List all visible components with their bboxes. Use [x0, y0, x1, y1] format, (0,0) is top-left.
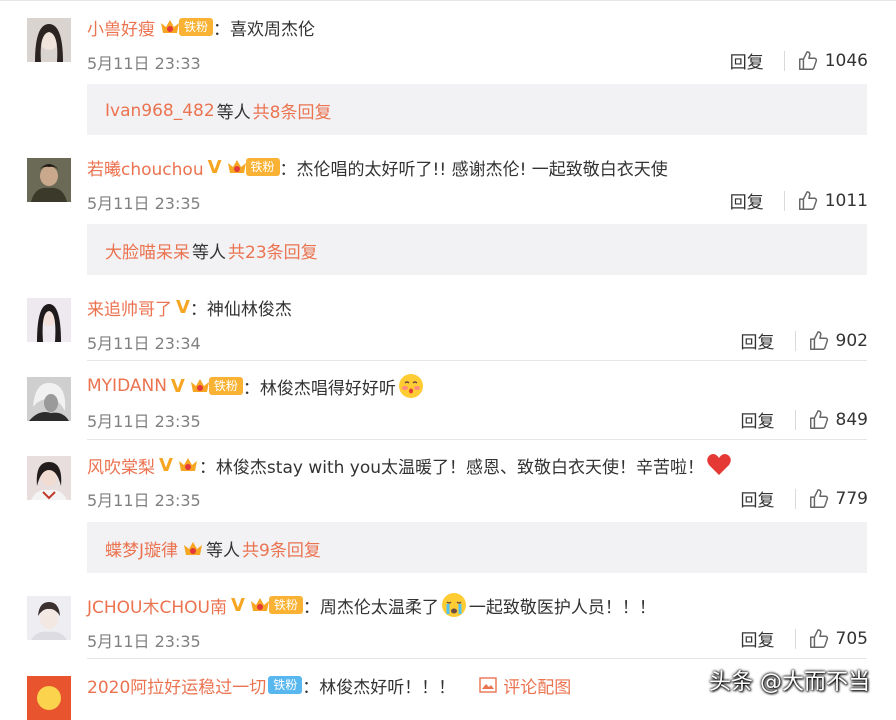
reply-others-label: 等人	[216, 103, 251, 123]
crown-icon	[226, 157, 248, 177]
fan-badge: 铁粉	[268, 676, 303, 694]
crown-icon	[177, 455, 199, 475]
verified-badge: V	[230, 594, 245, 616]
reply-user-link[interactable]: Ivan968_482	[105, 101, 215, 121]
divider	[794, 330, 796, 351]
username-link[interactable]: 2020阿拉好运稳过一切	[87, 673, 266, 698]
divider	[87, 360, 867, 361]
verified-badge: V	[176, 296, 190, 318]
divider	[794, 488, 796, 509]
blush-emoji-icon	[398, 373, 424, 399]
like-count: 902	[835, 330, 868, 351]
comment-picture-link[interactable]: 评论配图	[479, 673, 571, 698]
thumbs-up-icon	[798, 50, 817, 70]
like-button[interactable]: 705	[808, 628, 868, 650]
like-count: 849	[835, 409, 868, 430]
reply-others-label: 等人	[192, 243, 226, 263]
reply-button[interactable]: 回复	[730, 188, 764, 213]
reply-count-link[interactable]: 共9条回复	[242, 536, 321, 561]
thumbs-up-icon	[809, 628, 828, 648]
reply-button[interactable]: 回复	[741, 328, 775, 353]
thumbs-up-icon	[798, 190, 817, 210]
avatar[interactable]	[27, 18, 71, 62]
divider	[87, 658, 867, 659]
reply-others-label: 等人	[206, 541, 241, 561]
watermark: 头条 @大而不当	[709, 670, 870, 695]
comment-time: 5月11日 23:35	[87, 194, 201, 213]
like-count: 1046	[824, 50, 868, 71]
heart-emoji-icon	[706, 452, 732, 478]
reply-button[interactable]: 回复	[741, 407, 775, 432]
like-button[interactable]: 779	[808, 488, 868, 510]
username-link[interactable]: MYIDANN	[87, 376, 167, 396]
comment-time: 5月11日 23:35	[87, 632, 201, 651]
like-count: 705	[835, 628, 868, 649]
like-button[interactable]: 1011	[797, 190, 868, 212]
avatar[interactable]	[27, 456, 71, 500]
comment-time: 5月11日 23:33	[87, 54, 201, 73]
comment-time: 5月11日 23:34	[87, 334, 201, 353]
comment-text: ：林俊杰唱得好好听	[242, 378, 396, 399]
reply-count-link[interactable]: 共8条回复	[253, 98, 332, 123]
divider	[794, 628, 796, 649]
reply-count-link[interactable]: 共23条回复	[228, 238, 318, 263]
divider	[783, 50, 785, 71]
comment-text: ：林俊杰好听！！！	[302, 677, 456, 698]
fan-badge: 铁粉	[268, 596, 303, 614]
reply-button[interactable]: 回复	[741, 486, 775, 511]
comment-text: ：神仙林俊杰	[189, 299, 292, 320]
username-link[interactable]: 风吹棠梨	[87, 453, 155, 478]
thumbs-up-icon	[809, 488, 828, 508]
like-count: 779	[835, 488, 868, 509]
comment-text: ：周杰伦太温柔了	[302, 597, 439, 618]
fan-badge: 铁粉	[245, 158, 280, 176]
fan-badge: 铁粉	[208, 377, 243, 395]
top-divider	[0, 0, 896, 1]
thumbs-up-icon	[809, 409, 828, 429]
comment-text: ：林俊杰stay with you太温暖了！感恩、致敬白衣天使！辛苦啦！	[198, 457, 705, 478]
crown-icon	[182, 539, 204, 559]
verified-badge: V	[170, 375, 185, 397]
like-button[interactable]: 849	[808, 409, 868, 431]
like-button[interactable]: 902	[808, 330, 868, 352]
replies-box[interactable]: Ivan968_482 等人 共8条回复	[87, 84, 867, 135]
cry-emoji-icon	[441, 592, 467, 618]
comment-time: 5月11日 23:35	[87, 491, 201, 510]
image-icon	[479, 677, 497, 693]
avatar[interactable]	[27, 596, 71, 640]
reply-user-link[interactable]: 大脸喵呆呆	[105, 238, 190, 263]
comment-time: 5月11日 23:35	[87, 412, 201, 431]
reply-button[interactable]: 回复	[730, 48, 764, 73]
verified-badge: V	[159, 454, 173, 476]
comment-picture-label: 评论配图	[503, 677, 572, 698]
divider	[87, 439, 867, 440]
replies-box[interactable]: 蝶梦J璇律 等人 共9条回复	[87, 522, 867, 573]
like-button[interactable]: 1046	[797, 50, 868, 72]
avatar[interactable]	[27, 158, 71, 202]
thumbs-up-icon	[809, 330, 828, 350]
comment-text: ：杰伦唱的太好听了!! 感谢杰伦! 一起致敬白衣天使	[279, 159, 668, 180]
like-count: 1011	[824, 190, 868, 211]
verified-badge: V	[207, 156, 222, 178]
crown-icon	[159, 17, 181, 37]
reply-button[interactable]: 回复	[741, 626, 775, 651]
replies-box[interactable]: 大脸喵呆呆 等人 共23条回复	[87, 224, 867, 275]
avatar[interactable]	[27, 298, 71, 342]
comment-text: ：喜欢周杰伦	[213, 19, 316, 40]
divider	[783, 190, 785, 211]
username-link[interactable]: JCHOU木CHOU南	[87, 593, 227, 618]
fan-badge: 铁粉	[179, 18, 214, 36]
crown-icon	[189, 376, 211, 396]
avatar[interactable]	[27, 377, 71, 421]
crown-icon	[249, 595, 271, 615]
username-link[interactable]: 若曦chouchou	[87, 155, 204, 180]
username-link[interactable]: 来追帅哥了	[87, 295, 172, 320]
reply-user-link[interactable]: 蝶梦J璇律	[105, 536, 178, 561]
divider	[794, 409, 796, 430]
avatar[interactable]	[27, 676, 71, 720]
comment-text-continued: 一起致敬医护人员！！！	[468, 597, 656, 618]
username-link[interactable]: 小兽好瘦	[87, 15, 155, 40]
